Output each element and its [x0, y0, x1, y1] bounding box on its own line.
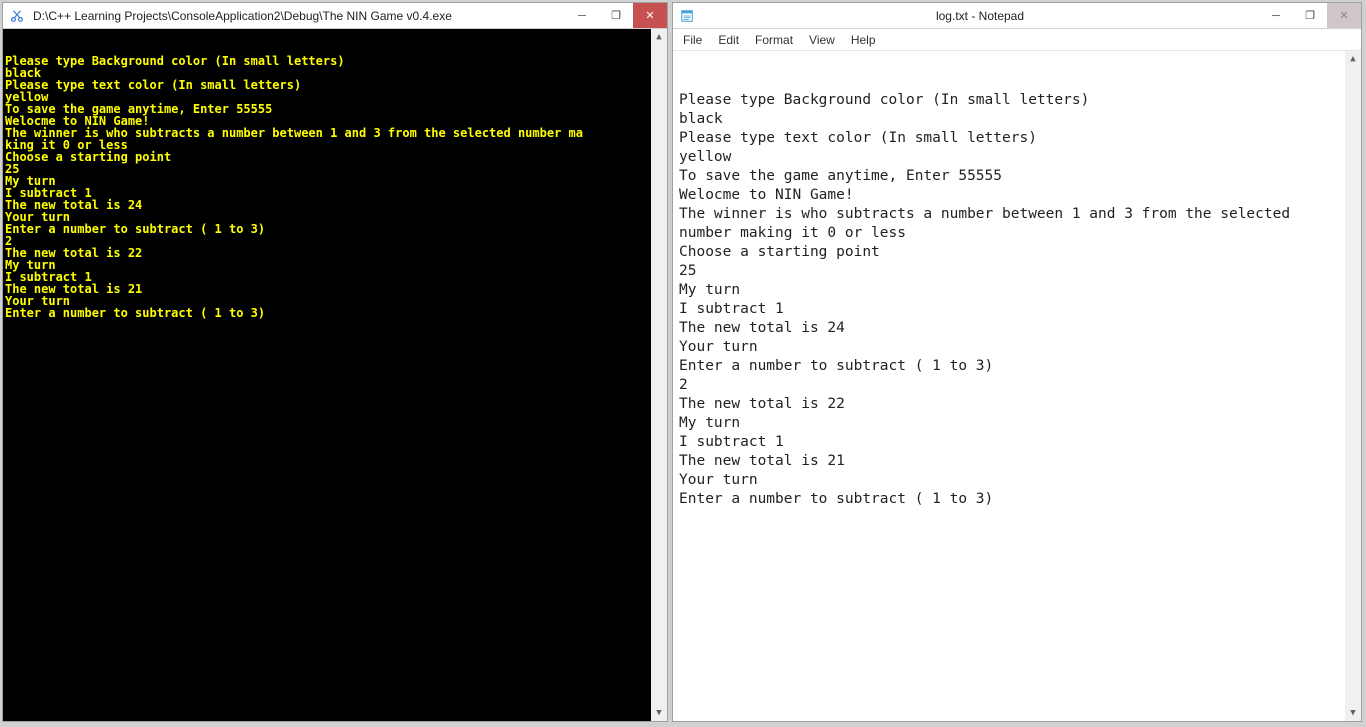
cut-icon [7, 9, 27, 23]
scroll-track[interactable] [1345, 67, 1361, 705]
notepad-window-controls: ─ ❐ ✕ [1259, 3, 1361, 28]
menu-file[interactable]: File [675, 31, 710, 49]
notepad-window: log.txt - Notepad ─ ❐ ✕ File Edit Format… [672, 2, 1362, 722]
console-window-controls: ─ ❐ ✕ [565, 3, 667, 28]
minimize-button[interactable]: ─ [1259, 3, 1293, 28]
scroll-track[interactable] [651, 45, 667, 705]
notepad-content-area[interactable]: Please type Background color (In small l… [673, 51, 1361, 721]
scroll-up-icon[interactable]: ▲ [651, 29, 667, 45]
notepad-titlebar[interactable]: log.txt - Notepad ─ ❐ ✕ [673, 3, 1361, 29]
notepad-menubar: File Edit Format View Help [673, 29, 1361, 51]
maximize-button[interactable]: ❐ [599, 3, 633, 28]
scroll-down-icon[interactable]: ▼ [651, 705, 667, 721]
console-scrollbar[interactable]: ▲ ▼ [651, 29, 667, 721]
notepad-scrollbar[interactable]: ▲ ▼ [1345, 51, 1361, 721]
notepad-icon [677, 9, 697, 23]
notepad-title: log.txt - Notepad [701, 9, 1259, 23]
close-button[interactable]: ✕ [633, 3, 667, 28]
console-output[interactable]: Please type Background color (In small l… [3, 29, 667, 721]
maximize-button[interactable]: ❐ [1293, 3, 1327, 28]
notepad-text: Please type Background color (In small l… [679, 91, 1355, 509]
menu-help[interactable]: Help [843, 31, 884, 49]
menu-view[interactable]: View [801, 31, 843, 49]
minimize-button[interactable]: ─ [565, 3, 599, 28]
console-window: D:\C++ Learning Projects\ConsoleApplicat… [2, 2, 668, 722]
menu-edit[interactable]: Edit [710, 31, 747, 49]
console-text: Please type Background color (In small l… [5, 55, 665, 319]
scroll-down-icon[interactable]: ▼ [1345, 705, 1361, 721]
console-title: D:\C++ Learning Projects\ConsoleApplicat… [31, 9, 565, 23]
console-titlebar[interactable]: D:\C++ Learning Projects\ConsoleApplicat… [3, 3, 667, 29]
menu-format[interactable]: Format [747, 31, 801, 49]
close-button[interactable]: ✕ [1327, 3, 1361, 28]
scroll-up-icon[interactable]: ▲ [1345, 51, 1361, 67]
